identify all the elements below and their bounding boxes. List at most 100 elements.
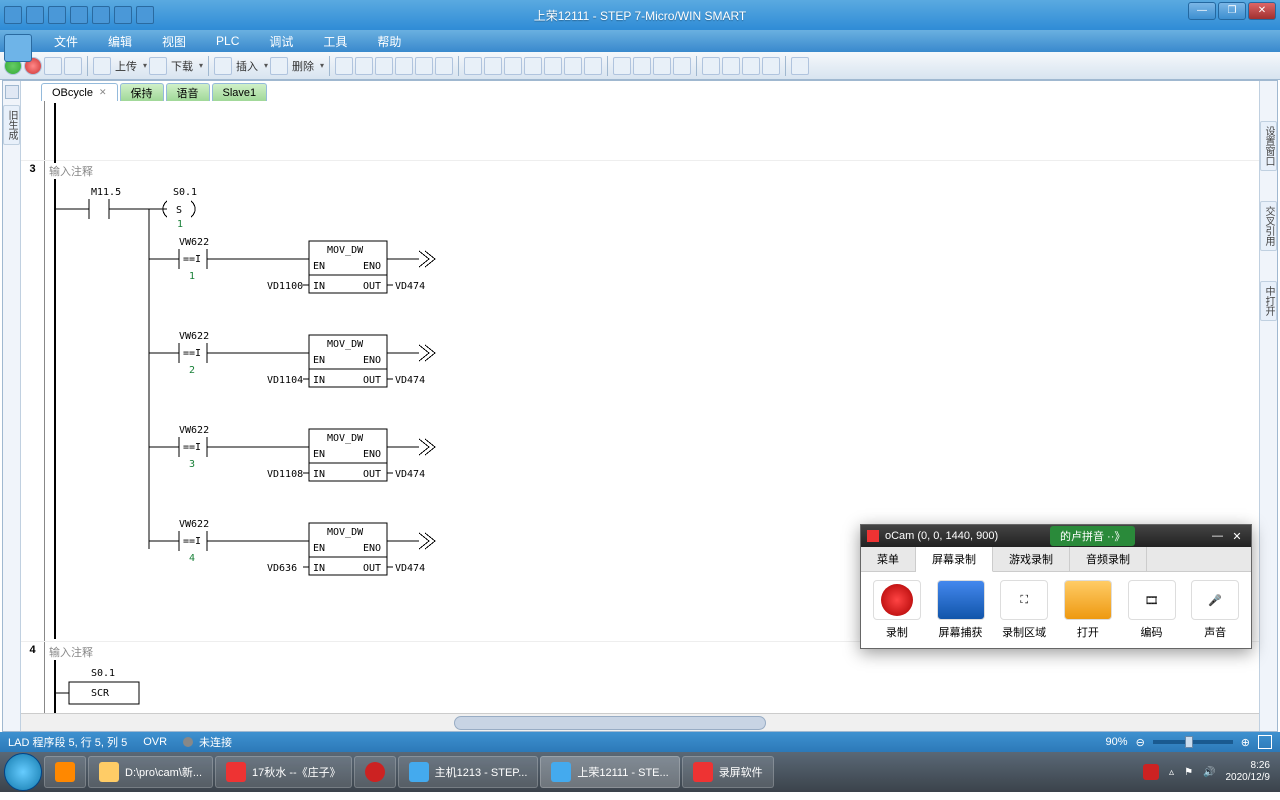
- editor-tabs: OBcycle✕ 保持 语音 Slave1: [21, 81, 1277, 101]
- menu-bar: 文件 编辑 视图 PLC 调试 工具 帮助: [0, 30, 1280, 52]
- task-ocam[interactable]: 录屏软件: [682, 756, 774, 788]
- tb-icon[interactable]: [464, 57, 482, 75]
- task-step7-2[interactable]: 上荣12111 - STE...: [540, 756, 679, 788]
- menu-edit[interactable]: 编辑: [94, 31, 146, 52]
- menu-debug[interactable]: 调试: [255, 31, 307, 52]
- status-connection: 未连接: [199, 734, 232, 750]
- menu-help[interactable]: 帮助: [363, 31, 415, 52]
- ocam-tab-screen[interactable]: 屏幕录制: [916, 547, 993, 572]
- tray-volume-icon[interactable]: 🔊: [1203, 767, 1215, 778]
- tb-icon[interactable]: [564, 57, 582, 75]
- tb-icon[interactable]: [504, 57, 522, 75]
- qat-icon[interactable]: [114, 6, 132, 24]
- tab-slave1[interactable]: Slave1: [212, 83, 268, 101]
- svg-text:VD1100: VD1100: [267, 281, 303, 292]
- tb-icon[interactable]: [722, 57, 740, 75]
- tray-icon[interactable]: ▵: [1169, 767, 1174, 778]
- scrollbar-horizontal[interactable]: [21, 713, 1259, 731]
- tb-icon[interactable]: [395, 57, 413, 75]
- side-tab[interactable]: 设置窗口: [1260, 121, 1277, 171]
- start-button[interactable]: [4, 753, 42, 791]
- tab-baochu[interactable]: 保持: [120, 83, 164, 101]
- status-icon[interactable]: [1258, 735, 1272, 749]
- insert-button[interactable]: 插入▾: [214, 57, 268, 75]
- minimize-button[interactable]: —: [1188, 2, 1216, 20]
- tb-icon[interactable]: [633, 57, 651, 75]
- task-pinned[interactable]: [44, 756, 86, 788]
- tb-icon[interactable]: [335, 57, 353, 75]
- menu-view[interactable]: 视图: [148, 31, 200, 52]
- menu-tools[interactable]: 工具: [309, 31, 361, 52]
- task-step7-1[interactable]: 主机1213 - STEP...: [398, 756, 539, 788]
- ocam-close[interactable]: ✕: [1229, 530, 1245, 543]
- qat-icon[interactable]: [26, 6, 44, 24]
- menu-file[interactable]: 文件: [40, 31, 92, 52]
- ocam-minimize[interactable]: —: [1212, 530, 1223, 542]
- status-zoom[interactable]: 90%: [1106, 736, 1128, 748]
- qat-icon[interactable]: [92, 6, 110, 24]
- tb-icon[interactable]: [435, 57, 453, 75]
- tb-icon[interactable]: [524, 57, 542, 75]
- close-icon[interactable]: ✕: [99, 87, 107, 98]
- qat-icon[interactable]: [48, 6, 66, 24]
- tb-icon[interactable]: [64, 57, 82, 75]
- close-button[interactable]: ✕: [1248, 2, 1276, 20]
- ocam-codec[interactable]: 🎞编码: [1124, 580, 1180, 640]
- ocam-tab-audio[interactable]: 音频录制: [1070, 547, 1147, 571]
- tray-icon[interactable]: ⚑: [1184, 767, 1193, 778]
- zoom-out-icon[interactable]: ⊖: [1136, 736, 1145, 749]
- task-app[interactable]: [354, 756, 396, 788]
- system-tray[interactable]: ▵ ⚑ 🔊 8:262020/12/9: [1143, 760, 1276, 784]
- network-comment[interactable]: 输入注释: [49, 163, 1255, 179]
- svg-text:MOV_DW: MOV_DW: [327, 527, 364, 538]
- side-tab[interactable]: 旧生成: [3, 105, 20, 145]
- tb-icon[interactable]: [653, 57, 671, 75]
- tb-icon[interactable]: [544, 57, 562, 75]
- ocam-open[interactable]: 打开: [1060, 580, 1116, 640]
- tb-icon[interactable]: [702, 57, 720, 75]
- tb-icon[interactable]: [375, 57, 393, 75]
- download-button[interactable]: 下载▾: [149, 57, 203, 75]
- tb-icon[interactable]: [613, 57, 631, 75]
- side-tab[interactable]: 中打开: [1260, 281, 1277, 321]
- svg-text:M11.5: M11.5: [91, 187, 121, 198]
- tb-icon[interactable]: [584, 57, 602, 75]
- gutter-icon[interactable]: [5, 85, 19, 99]
- task-app[interactable]: 17秋水 --《庄子》: [215, 756, 352, 788]
- tb-icon[interactable]: [673, 57, 691, 75]
- maximize-button[interactable]: ❐: [1218, 2, 1246, 20]
- tb-icon[interactable]: [742, 57, 760, 75]
- qat-icon[interactable]: [70, 6, 88, 24]
- svg-text:VW622: VW622: [179, 331, 209, 342]
- menu-plc[interactable]: PLC: [202, 32, 253, 50]
- svg-text:OUT: OUT: [363, 281, 381, 292]
- tab-obcycle[interactable]: OBcycle✕: [41, 83, 118, 101]
- ocam-sound[interactable]: 🎤声音: [1187, 580, 1243, 640]
- tb-icon[interactable]: [791, 57, 809, 75]
- ime-badge[interactable]: 的卢拼音 ··》: [1050, 526, 1135, 546]
- tray-icon[interactable]: [1143, 764, 1159, 780]
- task-explorer[interactable]: D:\pro\cam\新...: [88, 756, 213, 788]
- upload-button[interactable]: 上传▾: [93, 57, 147, 75]
- tray-clock[interactable]: 8:262020/12/9: [1226, 760, 1271, 784]
- svg-text:SCR: SCR: [91, 688, 110, 699]
- ocam-record[interactable]: 录制: [869, 580, 925, 640]
- tb-icon[interactable]: [355, 57, 373, 75]
- ocam-tab-game[interactable]: 游戏录制: [993, 547, 1070, 571]
- qat-icon[interactable]: [4, 6, 22, 24]
- tb-icon[interactable]: [762, 57, 780, 75]
- tb-icon[interactable]: [44, 57, 62, 75]
- window-title: 上荣12111 - STEP 7-Micro/WIN SMART: [534, 7, 747, 24]
- tab-yuyin[interactable]: 语音: [166, 83, 210, 101]
- ocam-capture[interactable]: 屏幕捕获: [933, 580, 989, 640]
- app-menu-icon[interactable]: [4, 34, 32, 62]
- qat-icon[interactable]: [136, 6, 154, 24]
- ocam-region[interactable]: ⛶录制区域: [996, 580, 1052, 640]
- tb-icon[interactable]: [415, 57, 433, 75]
- ocam-tab-menu[interactable]: 菜单: [861, 547, 916, 571]
- tb-icon[interactable]: [484, 57, 502, 75]
- zoom-in-icon[interactable]: ⊕: [1241, 736, 1250, 749]
- side-tab[interactable]: 交叉引用: [1260, 201, 1277, 251]
- zoom-slider[interactable]: [1153, 740, 1233, 744]
- delete-button[interactable]: 删除▾: [270, 57, 324, 75]
